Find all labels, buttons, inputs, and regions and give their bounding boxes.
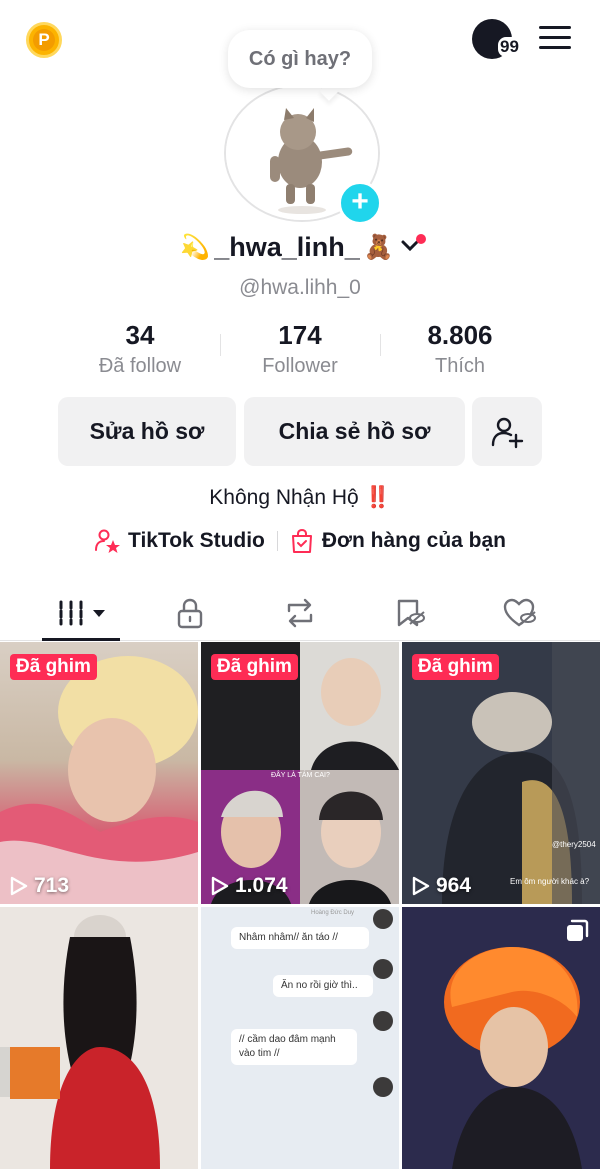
thumbnail-image bbox=[402, 907, 600, 1169]
chat-avatar bbox=[373, 959, 393, 979]
tab-videos[interactable] bbox=[52, 588, 112, 638]
stat-value: 34 bbox=[125, 320, 155, 350]
overlay-handle: @thery2504 bbox=[552, 840, 596, 849]
add-story-button[interactable]: + bbox=[338, 181, 382, 225]
tab-private[interactable] bbox=[160, 588, 220, 638]
add-friend-button[interactable] bbox=[472, 397, 542, 466]
pinned-badge: Đã ghim bbox=[211, 654, 298, 680]
chat-sender: Hoàng Đức Duy bbox=[311, 910, 355, 916]
status-bubble[interactable]: Có gì hay? bbox=[228, 30, 372, 88]
profile-links: TikTok Studio Đơn hàng của bạn bbox=[0, 528, 600, 554]
chat-avatar bbox=[373, 909, 393, 929]
overlay-title: ĐÂY LÀ TÁM CAI? bbox=[271, 772, 330, 779]
name-prefix-emoji: 💫 bbox=[180, 234, 211, 261]
red-dot-badge bbox=[415, 234, 426, 244]
tiktok-studio-label: TikTok Studio bbox=[128, 529, 265, 552]
stat-followers[interactable]: 174 Follower bbox=[220, 320, 380, 378]
chat-message: Ăn no rồi giờ thì.. bbox=[273, 975, 373, 997]
play-icon bbox=[10, 876, 28, 896]
repost-icon bbox=[287, 598, 313, 628]
view-count: 964 bbox=[412, 874, 471, 898]
tiktok-studio-link[interactable]: TikTok Studio bbox=[94, 528, 265, 554]
view-count: 1.074 bbox=[211, 874, 288, 898]
orders-link[interactable]: Đơn hàng của bạn bbox=[290, 528, 506, 554]
display-name-row[interactable]: 💫 _hwa_linh_ 🧸 bbox=[0, 232, 600, 263]
add-user-icon bbox=[491, 417, 524, 448]
edit-profile-button[interactable]: Sửa hồ sơ bbox=[58, 397, 236, 466]
video-thumbnail[interactable]: Đã ghim 713 bbox=[0, 642, 198, 904]
heart-hidden-icon bbox=[503, 598, 536, 627]
video-thumbnail[interactable]: @thery2504 Em ôm người khác à? Đã ghim 9… bbox=[402, 642, 600, 904]
video-thumbnail[interactable] bbox=[0, 907, 198, 1169]
multi-photo-icon bbox=[567, 919, 589, 941]
coin-icon[interactable]: P bbox=[26, 22, 62, 58]
chat-message: // cầm dao đâm mạnh vào tim // bbox=[231, 1029, 357, 1065]
notification-badge: 99 bbox=[498, 37, 521, 57]
thumbnail-image bbox=[0, 656, 198, 904]
tab-favorites[interactable] bbox=[380, 588, 440, 638]
stat-following[interactable]: 34 Đã follow bbox=[60, 320, 220, 378]
chat-message: Nhâm nhâm// ăn táo // bbox=[231, 927, 369, 949]
video-thumbnail[interactable] bbox=[402, 907, 600, 1169]
pinned-badge: Đã ghim bbox=[412, 654, 499, 680]
overlay-caption: Em ôm người khác à? bbox=[510, 877, 590, 886]
stat-label: Đã follow bbox=[98, 355, 182, 377]
bookmark-hidden-icon bbox=[397, 599, 425, 627]
username: @hwa.lihh_0 bbox=[239, 276, 361, 299]
video-thumbnail[interactable]: ĐÂY LÀ TÁM CAI? Đã ghim 1.074 bbox=[201, 642, 399, 904]
name-suffix-emoji: 🧸 bbox=[363, 234, 394, 261]
tab-liked[interactable] bbox=[490, 588, 550, 638]
chat-avatar bbox=[373, 1077, 393, 1097]
shopping-bag-icon bbox=[291, 528, 312, 553]
view-count: 713 bbox=[10, 874, 69, 898]
bio-text: Không Nhận Hộ ‼️ bbox=[209, 486, 391, 509]
video-thumbnail[interactable]: Nhâm nhâm// ăn táo // Hoàng Đức Duy Ăn n… bbox=[201, 907, 399, 1169]
thumbnail-image bbox=[402, 642, 600, 904]
chevron-down-icon[interactable] bbox=[400, 234, 426, 259]
stat-likes[interactable]: 8.806 Thích bbox=[380, 320, 540, 378]
display-name: _hwa_linh_ bbox=[214, 232, 360, 262]
divider bbox=[276, 531, 278, 551]
stat-label: Follower bbox=[262, 355, 338, 377]
lock-icon bbox=[177, 598, 203, 629]
menu-icon[interactable] bbox=[539, 26, 571, 50]
stat-label: Thích bbox=[434, 355, 486, 377]
studio-person-icon bbox=[95, 529, 120, 553]
pinned-badge: Đã ghim bbox=[10, 654, 97, 680]
stat-value: 174 bbox=[278, 320, 322, 350]
play-icon bbox=[412, 876, 430, 896]
stat-value: 8.806 bbox=[427, 320, 493, 350]
tab-reposts[interactable] bbox=[270, 588, 330, 638]
grid-icon bbox=[59, 600, 105, 626]
share-profile-button[interactable]: Chia sẻ hồ sơ bbox=[244, 397, 465, 466]
tiktok-watermark bbox=[2, 935, 46, 955]
chat-avatar bbox=[373, 1011, 393, 1031]
orders-label: Đơn hàng của bạn bbox=[321, 529, 506, 552]
active-tab-indicator bbox=[42, 638, 120, 641]
play-icon bbox=[211, 876, 229, 896]
